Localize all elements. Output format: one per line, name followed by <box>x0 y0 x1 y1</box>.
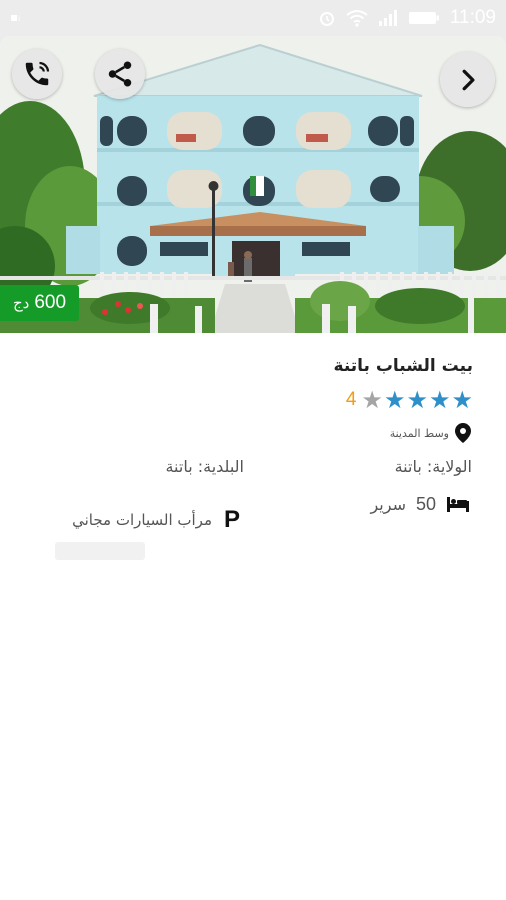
share-icon <box>108 61 132 87</box>
hostel-photo[interactable]: 600 دج <box>0 36 506 333</box>
bed-icon <box>447 497 469 512</box>
beds-count: 50 <box>415 493 436 514</box>
beds-label: سرير <box>370 494 406 514</box>
rating-value: 4 <box>345 389 357 410</box>
star-empty-icon: ★ <box>361 386 383 414</box>
status-icons: 11:09 <box>318 6 496 30</box>
beds-info: 50 سرير <box>370 492 470 516</box>
price-currency: دج <box>12 295 30 312</box>
signal-icon: ▪︎ᵢ <box>10 10 21 24</box>
faded-placeholder <box>55 542 145 560</box>
wifi-icon <box>346 10 368 27</box>
hostel-title: بيت الشباب باتنة <box>333 356 473 376</box>
wilaya-text: الولاية: باتنة <box>394 457 472 476</box>
cellular-icon <box>378 10 397 26</box>
baladiya-text: البلدية: باتنة <box>165 457 244 476</box>
star-icon: ★ <box>383 386 406 414</box>
chevron-right-icon <box>462 69 474 90</box>
location-pin-icon <box>455 423 471 443</box>
star-icon: ★ <box>406 386 428 414</box>
alarm-icon <box>319 12 334 26</box>
star-icon: ★ <box>451 386 473 414</box>
rating: ★ ★ ★ ★ ★ 4 <box>346 388 473 412</box>
parking-icon: P <box>223 506 240 533</box>
battery-icon <box>408 12 439 24</box>
call-button[interactable] <box>12 49 62 99</box>
price-amount: 600 <box>34 292 67 313</box>
status-bar: ▪︎ᵢ 11:09 <box>0 0 506 36</box>
location: وسط المدينة <box>390 422 471 444</box>
clock: 11:09 <box>449 7 496 28</box>
parking-label: مرأب السيارات مجاني <box>72 511 212 529</box>
price-badge: 600 دج <box>0 285 79 321</box>
phone-icon <box>25 61 50 86</box>
star-icon: ★ <box>428 386 451 414</box>
next-button[interactable] <box>440 52 495 107</box>
hostel-card: 600 دج بيت الشباب باتنة ★ ★ ★ ★ ★ 4 وسط … <box>0 36 506 900</box>
location-text: وسط المدينة <box>389 426 449 440</box>
parking-info: P مرأب السيارات مجاني <box>72 506 240 534</box>
share-button[interactable] <box>95 49 145 99</box>
